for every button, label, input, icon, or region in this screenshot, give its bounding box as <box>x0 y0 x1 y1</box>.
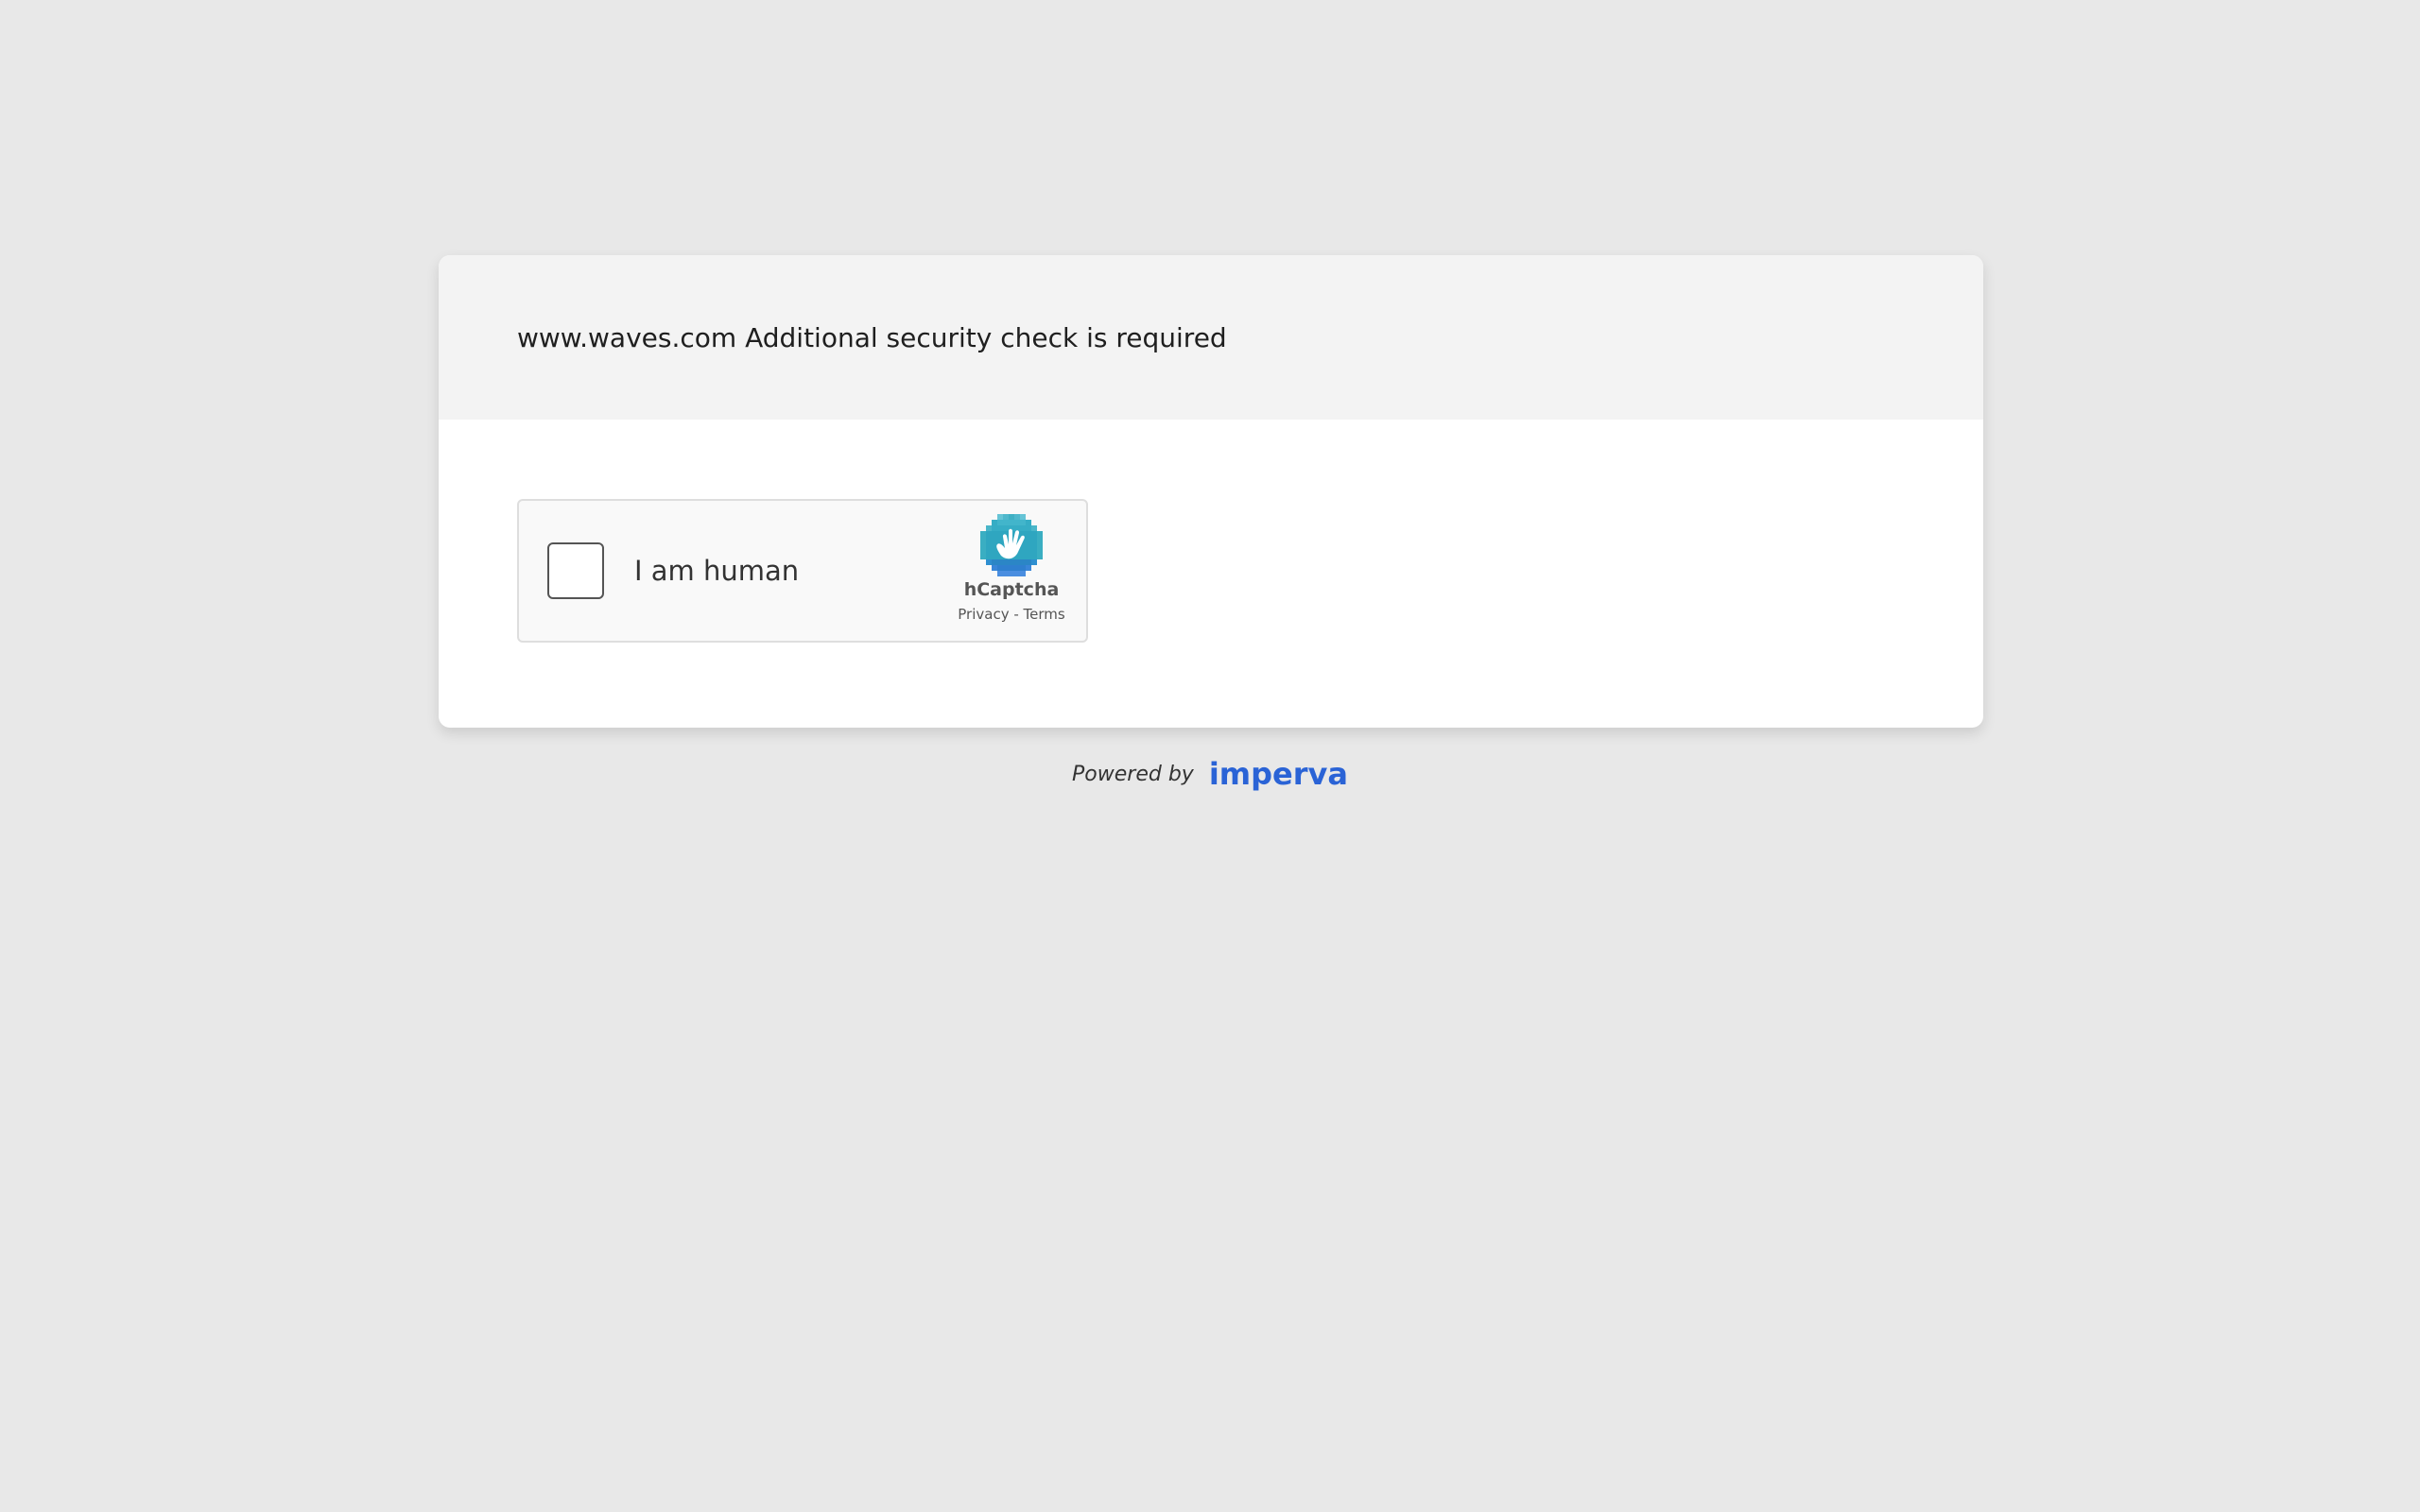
card-header: www.waves.com Additional security check … <box>439 255 1983 420</box>
hcaptcha-branding: hCaptcha Privacy - Terms <box>950 514 1073 623</box>
page-title: www.waves.com Additional security check … <box>517 321 1227 353</box>
imperva-logo-link[interactable]: imperva <box>1209 756 1348 792</box>
captcha-links: Privacy - Terms <box>958 606 1064 623</box>
link-separator: - <box>1009 606 1024 623</box>
checkbox-label: I am human <box>634 555 800 587</box>
hcaptcha-brand-name: hCaptcha <box>963 579 1060 600</box>
human-checkbox[interactable] <box>547 542 604 599</box>
hcaptcha-hand-icon[interactable] <box>980 514 1043 576</box>
hcaptcha-widget: I am human hCaptcha Privacy - Terms <box>517 499 1088 643</box>
powered-by-text: Powered by <box>1072 762 1194 786</box>
security-check-card: www.waves.com Additional security check … <box>439 255 1983 728</box>
privacy-link[interactable]: Privacy <box>958 606 1009 623</box>
terms-link[interactable]: Terms <box>1024 606 1065 623</box>
powered-by-footer: Powered by imperva <box>0 756 2420 792</box>
